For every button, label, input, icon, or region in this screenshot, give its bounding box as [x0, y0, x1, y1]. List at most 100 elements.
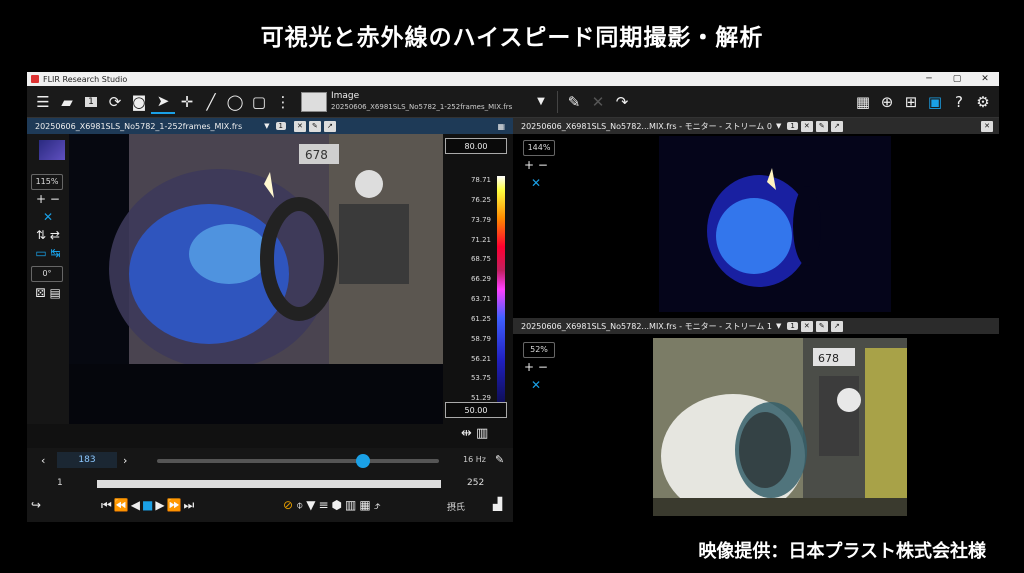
main-toolbar: ☰ ▰ 1 ⟳ ◙ ➤ ✛ ╱ ◯ ▢ ⋮ Image 20250606_X69… — [27, 86, 999, 118]
ir-pane-tab[interactable]: 20250606_X6981SLS_No5782_1-252frames_MIX… — [27, 118, 513, 134]
more-icon[interactable]: ⋮ — [271, 90, 295, 114]
close-view-icon[interactable]: ✕ — [293, 120, 306, 132]
prev-frame-icon[interactable]: ‹ — [41, 454, 45, 467]
stream0-tab-label: 20250606_X6981SLS_No5782...MIX.frs - モニタ… — [521, 121, 772, 131]
scale-min-field[interactable]: 50.00 — [445, 402, 507, 418]
flip-icon[interactable]: ⇅ ⇄ — [31, 226, 65, 244]
timeline-track[interactable] — [157, 454, 439, 468]
stream0-zoom-readout[interactable]: 144% — [523, 140, 555, 156]
snapshot-icon[interactable]: ◙ — [127, 90, 151, 114]
popout-icon[interactable]: ↗ — [830, 320, 843, 332]
open-folder-icon[interactable]: ▰ — [55, 90, 79, 114]
share-icon[interactable]: ↪ — [31, 498, 41, 512]
chart-icon[interactable]: ▟ — [493, 497, 502, 511]
unit-label: 摂氏 — [447, 503, 466, 513]
zoom-in-out-icon[interactable]: + − — [519, 156, 553, 174]
scale-tick: 78.71 — [470, 176, 491, 184]
add-window-icon[interactable]: ⊕ — [875, 90, 899, 114]
minimize-icon[interactable]: ─ — [915, 74, 943, 84]
window-titlebar: FLIR Research Studio ─ ▢ ✕ — [27, 72, 999, 86]
refresh-icon[interactable]: ⟳ — [103, 90, 127, 114]
ir-sidebar: 115% + − ✕ ⇅ ⇄ ▭ ↹ 0° ⚄ ▤ — [27, 134, 69, 424]
stream1-view[interactable]: 678 — [653, 338, 907, 516]
settings-gear-icon[interactable]: ⚙ — [971, 90, 995, 114]
view-mode-icon[interactable]: ▭ ↹ — [31, 244, 65, 262]
display-icon[interactable]: ▣ — [923, 90, 947, 114]
ir-pane: 20250606_X6981SLS_No5782_1-252frames_MIX… — [27, 118, 513, 522]
popout-icon[interactable]: ↗ — [830, 120, 843, 132]
stream1-tab[interactable]: 20250606_X6981SLS_No5782...MIX.frs - モニタ… — [513, 318, 999, 334]
scale-tick: 58.79 — [470, 334, 491, 343]
menu-icon[interactable]: ☰ — [31, 90, 55, 114]
edit-view-icon[interactable]: ✎ — [815, 120, 828, 132]
edit-view-icon[interactable]: ✎ — [308, 120, 321, 132]
range-start-label: 1 — [57, 478, 63, 488]
close-icon[interactable]: ✕ — [971, 74, 999, 84]
spot-tool-icon[interactable]: ✛ — [175, 90, 199, 114]
line-tool-icon[interactable]: ╱ — [199, 90, 223, 114]
zoom-in-out-icon[interactable]: + − — [519, 358, 553, 376]
scale-gradient — [497, 176, 505, 412]
fit-icon[interactable]: ✕ — [31, 208, 65, 226]
help-icon[interactable]: ? — [947, 90, 971, 114]
page-title: 可視光と赤外線のハイスピード同期撮影・解析 — [260, 25, 764, 51]
rectangle-tool-icon[interactable]: ▢ — [247, 90, 271, 114]
redo-icon[interactable]: ↷ — [610, 90, 634, 114]
edit-rate-icon[interactable]: ✎ — [495, 453, 504, 466]
right-panes: 20250606_X6981SLS_No5782...MIX.frs - モニタ… — [513, 118, 999, 522]
stream0-tab[interactable]: 20250606_X6981SLS_No5782...MIX.frs - モニタ… — [513, 118, 999, 134]
scale-ticks: 78.71 76.25 73.79 71.21 68.75 66.29 63.7… — [467, 176, 491, 414]
maximize-icon[interactable]: ▢ — [943, 74, 971, 84]
fit-icon[interactable]: ✕ — [519, 376, 553, 394]
ellipse-tool-icon[interactable]: ◯ — [223, 90, 247, 114]
stream1-zoom-readout[interactable]: 52% — [523, 342, 555, 358]
window-title: FLIR Research Studio — [43, 74, 128, 84]
popout-icon[interactable]: ↗ — [323, 120, 336, 132]
color-scale: 80.00 78.71 76.25 73.79 71.21 68.75 66.2… — [443, 134, 513, 441]
transport-buttons[interactable]: ⏮⏪◀■▶⏩⏭ — [101, 498, 196, 513]
stream1-badge: 1 — [787, 322, 798, 330]
layout-grid-icon[interactable]: ▦ — [851, 90, 875, 114]
add-panel-icon[interactable]: ⊞ — [899, 90, 923, 114]
scale-tick: 71.21 — [470, 235, 491, 244]
image-selector[interactable]: Image 20250606_X6981SLS_No5782_1-252fram… — [331, 91, 529, 113]
playhead-slider[interactable] — [355, 454, 370, 468]
chevron-down-icon[interactable]: ▼ — [776, 322, 781, 330]
preview-thumbnail — [39, 140, 65, 160]
clear-icon[interactable]: ✕ — [586, 90, 610, 114]
image-selector-label: Image — [331, 90, 360, 101]
next-frame-icon[interactable]: › — [123, 454, 127, 467]
chevron-down-icon[interactable]: ▼ — [776, 122, 781, 130]
zoom-readout[interactable]: 115% — [31, 174, 63, 190]
edit-view-icon[interactable]: ✎ — [815, 320, 828, 332]
analysis-tools-icons[interactable]: ⊘⌽▼≡⬢▥▦⤴ — [283, 498, 383, 513]
pointer-icon[interactable]: ➤ — [151, 90, 175, 114]
frame-number-field[interactable]: 183 — [57, 452, 117, 468]
range-bar[interactable] — [97, 480, 441, 488]
stream0-view[interactable] — [659, 136, 891, 312]
scale-adjust-icon[interactable]: ⇹ ▥ — [461, 426, 488, 441]
scale-tick: 56.21 — [470, 354, 491, 363]
app-logo-icon — [31, 75, 39, 83]
stream0-zoom[interactable]: 144% + − ✕ — [519, 140, 555, 192]
scale-tick: 73.79 — [470, 215, 491, 224]
app-window: FLIR Research Studio ─ ▢ ✕ ☰ ▰ 1 ⟳ ◙ ➤ ✛… — [27, 72, 999, 522]
close-view-icon[interactable]: ✕ — [800, 320, 813, 332]
stream1-zoom[interactable]: 52% + − ✕ — [519, 342, 555, 394]
edit-icon[interactable]: ✎ — [562, 90, 586, 114]
fit-icon[interactable]: ✕ — [519, 174, 553, 192]
ir-image-view[interactable]: 678 — [69, 134, 443, 424]
scale-tick: 61.25 — [470, 314, 491, 323]
close-pane-icon[interactable]: ✕ — [981, 120, 993, 132]
close-view-icon[interactable]: ✕ — [800, 120, 813, 132]
ir-pane-tab-label: 20250606_X6981SLS_No5782_1-252frames_MIX… — [35, 121, 243, 131]
chevron-down-icon[interactable]: ▼ — [264, 122, 269, 130]
scale-max-field[interactable]: 80.00 — [445, 138, 507, 154]
single-frame-icon[interactable]: 1 — [79, 90, 103, 114]
scale-tick: 53.75 — [470, 374, 491, 383]
tools-icon[interactable]: ⚄ ▤ — [31, 284, 65, 302]
palette-icon[interactable]: ▦ — [497, 122, 505, 131]
zoom-in-out-icon[interactable]: + − — [31, 190, 65, 208]
chevron-down-icon[interactable]: ▼ — [529, 90, 553, 114]
rotation-readout[interactable]: 0° — [31, 266, 63, 282]
